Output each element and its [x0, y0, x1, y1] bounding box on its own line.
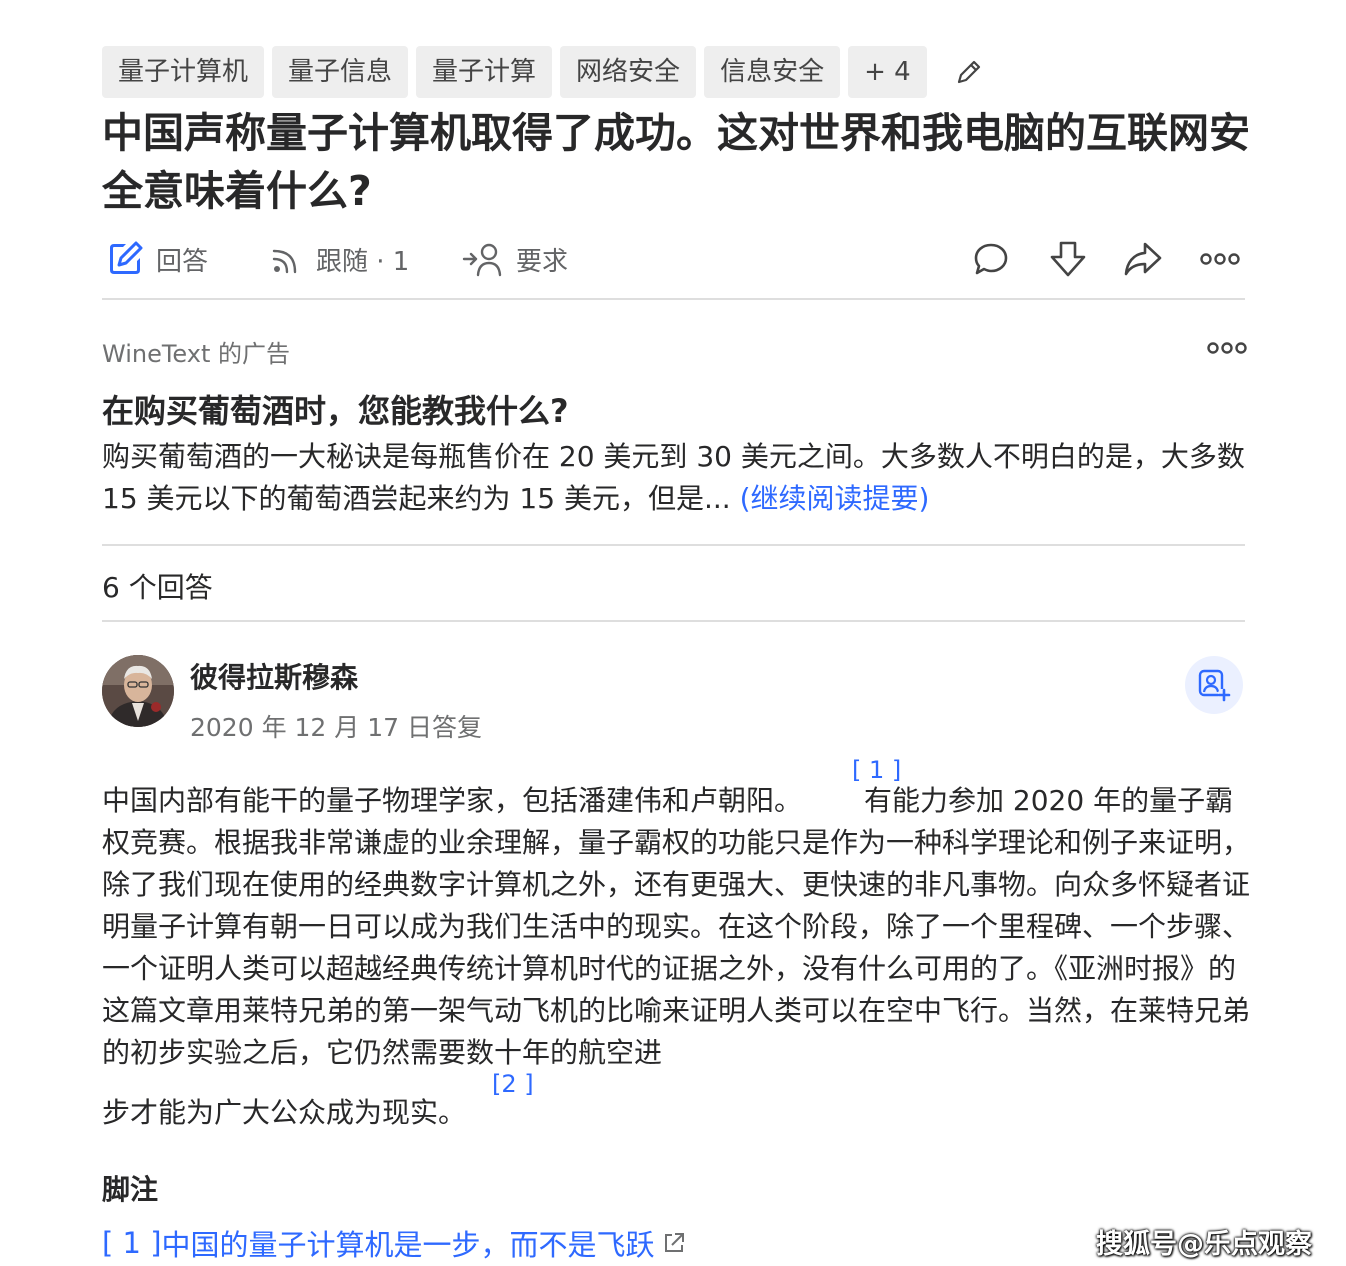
divider	[102, 298, 1245, 300]
add-user-icon	[1198, 669, 1231, 702]
footnote-ref: [ 1 ]	[102, 1226, 162, 1260]
ad-title[interactable]: 在购买葡萄酒时，您能教我什么?	[102, 386, 569, 432]
topic-chip[interactable]: 网络安全	[560, 46, 697, 98]
answer-text-part1: 中国内部有能干的量子物理学家，包括潘建伟和卢朝阳。	[102, 784, 803, 817]
rss-follow-icon	[272, 249, 297, 274]
footnote-link[interactable]: [ 1 ] 中国的量子计算机是一步，而不是飞跃	[102, 1222, 687, 1264]
footnotes-title: 脚注	[102, 1173, 159, 1206]
topic-chip[interactable]: 量子计算	[416, 46, 553, 98]
topic-chip[interactable]: 量子计算机	[102, 46, 265, 98]
pencil-icon	[957, 60, 980, 84]
edit-topics-button[interactable]	[949, 52, 989, 92]
ad-source: WineText 的广告	[102, 340, 291, 368]
more-options-button[interactable]	[1197, 236, 1243, 282]
ad-body-text: 购买葡萄酒的一大秘诀是每瓶售价在 20 美元到 30 美元之间。大多数人不明白的…	[102, 440, 1245, 515]
answer-date[interactable]: 2020 年 12 月 17 日答复	[190, 708, 482, 744]
ad-more-options-button[interactable]	[1206, 340, 1248, 359]
answer-body: 中国内部有能干的量子物理学家，包括潘建伟和卢朝阳。 有能力参加 2020 年的量子…	[102, 780, 1252, 1074]
downvote-button[interactable]	[1045, 236, 1091, 282]
edit-answer-icon	[110, 241, 143, 274]
footnote-text: 中国的量子计算机是一步，而不是飞跃	[161, 1228, 655, 1262]
topic-chip[interactable]: 量子信息	[272, 46, 409, 98]
comment-button[interactable]	[968, 236, 1014, 282]
divider	[102, 620, 1245, 622]
more-topics-chip[interactable]: + 4	[848, 46, 927, 98]
follow-label: 跟随 · 1	[316, 246, 410, 277]
author-name[interactable]: 彼得拉斯穆森	[190, 656, 358, 696]
answer-text-part2: 有能力参加 2020 年的量子霸权竞赛。根据我非常谦虚的业余理解，量子霸权的功能…	[102, 784, 1251, 1069]
author-photo	[102, 655, 174, 727]
topic-chips: 量子计算机 量子信息 量子计算 网络安全 信息安全 + 4	[102, 46, 989, 98]
request-answer-button[interactable]: 要求	[462, 236, 568, 282]
comment-icon	[974, 243, 1008, 275]
share-button[interactable]	[1120, 236, 1166, 282]
watermark: 搜狐号@乐点观察	[1096, 1229, 1312, 1260]
answer-text-part3: 步才能为广大公众成为现实。	[102, 1096, 467, 1129]
request-label: 要求	[516, 246, 569, 277]
answer-label: 回答	[156, 246, 209, 277]
answer-button[interactable]: 回答	[106, 236, 208, 282]
downvote-arrow-icon	[1050, 241, 1086, 277]
ad-continue-link[interactable]: (继续阅读提要)	[740, 482, 930, 515]
answers-count: 6 个回答	[102, 571, 213, 604]
ad-body: 购买葡萄酒的一大秘诀是每瓶售价在 20 美元到 30 美元之间。大多数人不明白的…	[102, 436, 1252, 520]
topic-chip[interactable]: 信息安全	[704, 46, 841, 98]
divider	[102, 544, 1245, 546]
more-dots-icon	[1200, 253, 1240, 265]
follow-question-button[interactable]: 跟随 · 1	[270, 236, 409, 282]
external-link-icon	[664, 1233, 684, 1252]
follow-author-button[interactable]	[1185, 656, 1243, 714]
request-user-icon	[462, 243, 502, 277]
question-title: 中国声称量子计算机取得了成功。这对世界和我电脑的互联网安全意味着什么?	[102, 109, 1250, 215]
more-dots-icon	[1207, 342, 1247, 354]
avatar[interactable]	[102, 655, 174, 727]
share-arrow-icon	[1124, 242, 1162, 276]
